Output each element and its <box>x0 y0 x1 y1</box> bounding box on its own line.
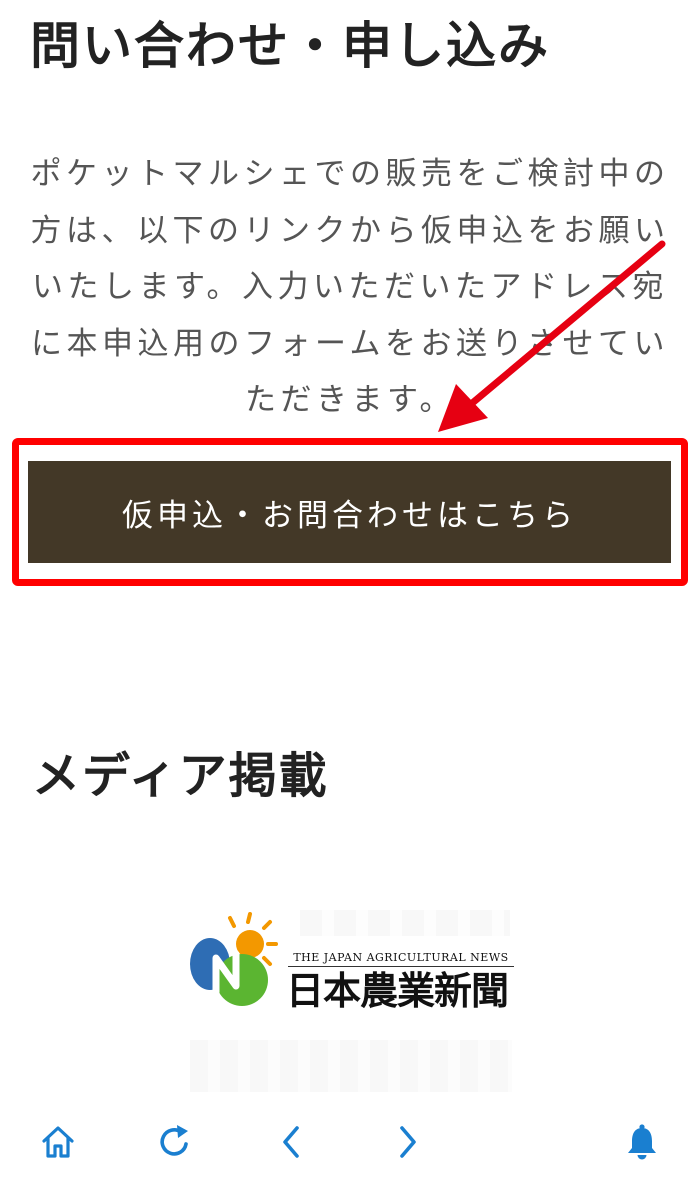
page: 問い合わせ・申し込み ポケットマルシェでの販売をご検討中の方は、以下のリンクから… <box>0 0 700 1191</box>
inquiry-description: ポケットマルシェでの販売をご検討中の方は、以下のリンクから仮申込をお願いいたしま… <box>30 156 670 418</box>
bell-icon <box>628 1124 656 1160</box>
home-button[interactable] <box>34 1118 82 1166</box>
home-icon <box>42 1126 74 1158</box>
jan-logo-en-text: THE JAPAN AGRICULTURAL NEWS <box>288 951 514 967</box>
back-button[interactable] <box>268 1118 316 1166</box>
back-icon <box>283 1126 299 1158</box>
faded-logo-bottom <box>190 1040 512 1092</box>
notifications-button[interactable] <box>618 1118 666 1166</box>
inquiry-button[interactable]: 仮申込・お問合わせはこちら <box>28 461 671 563</box>
inquiry-button-label: 仮申込・お問合わせはこちら <box>122 497 577 534</box>
jan-logo-mark <box>190 912 278 1006</box>
reload-icon <box>160 1125 188 1156</box>
reload-button[interactable] <box>151 1118 199 1166</box>
inquiry-heading: 問い合わせ・申し込み <box>30 17 550 75</box>
forward-icon <box>400 1126 416 1158</box>
jan-logo-ja-text: 日本農業新聞 <box>286 968 509 1013</box>
forward-button[interactable] <box>383 1118 431 1166</box>
jan-logo[interactable]: THE JAPAN AGRICULTURAL NEWS 日本農業新聞 <box>186 908 516 1014</box>
media-heading: メディア掲載 <box>32 748 329 804</box>
browser-toolbar <box>0 1098 700 1191</box>
